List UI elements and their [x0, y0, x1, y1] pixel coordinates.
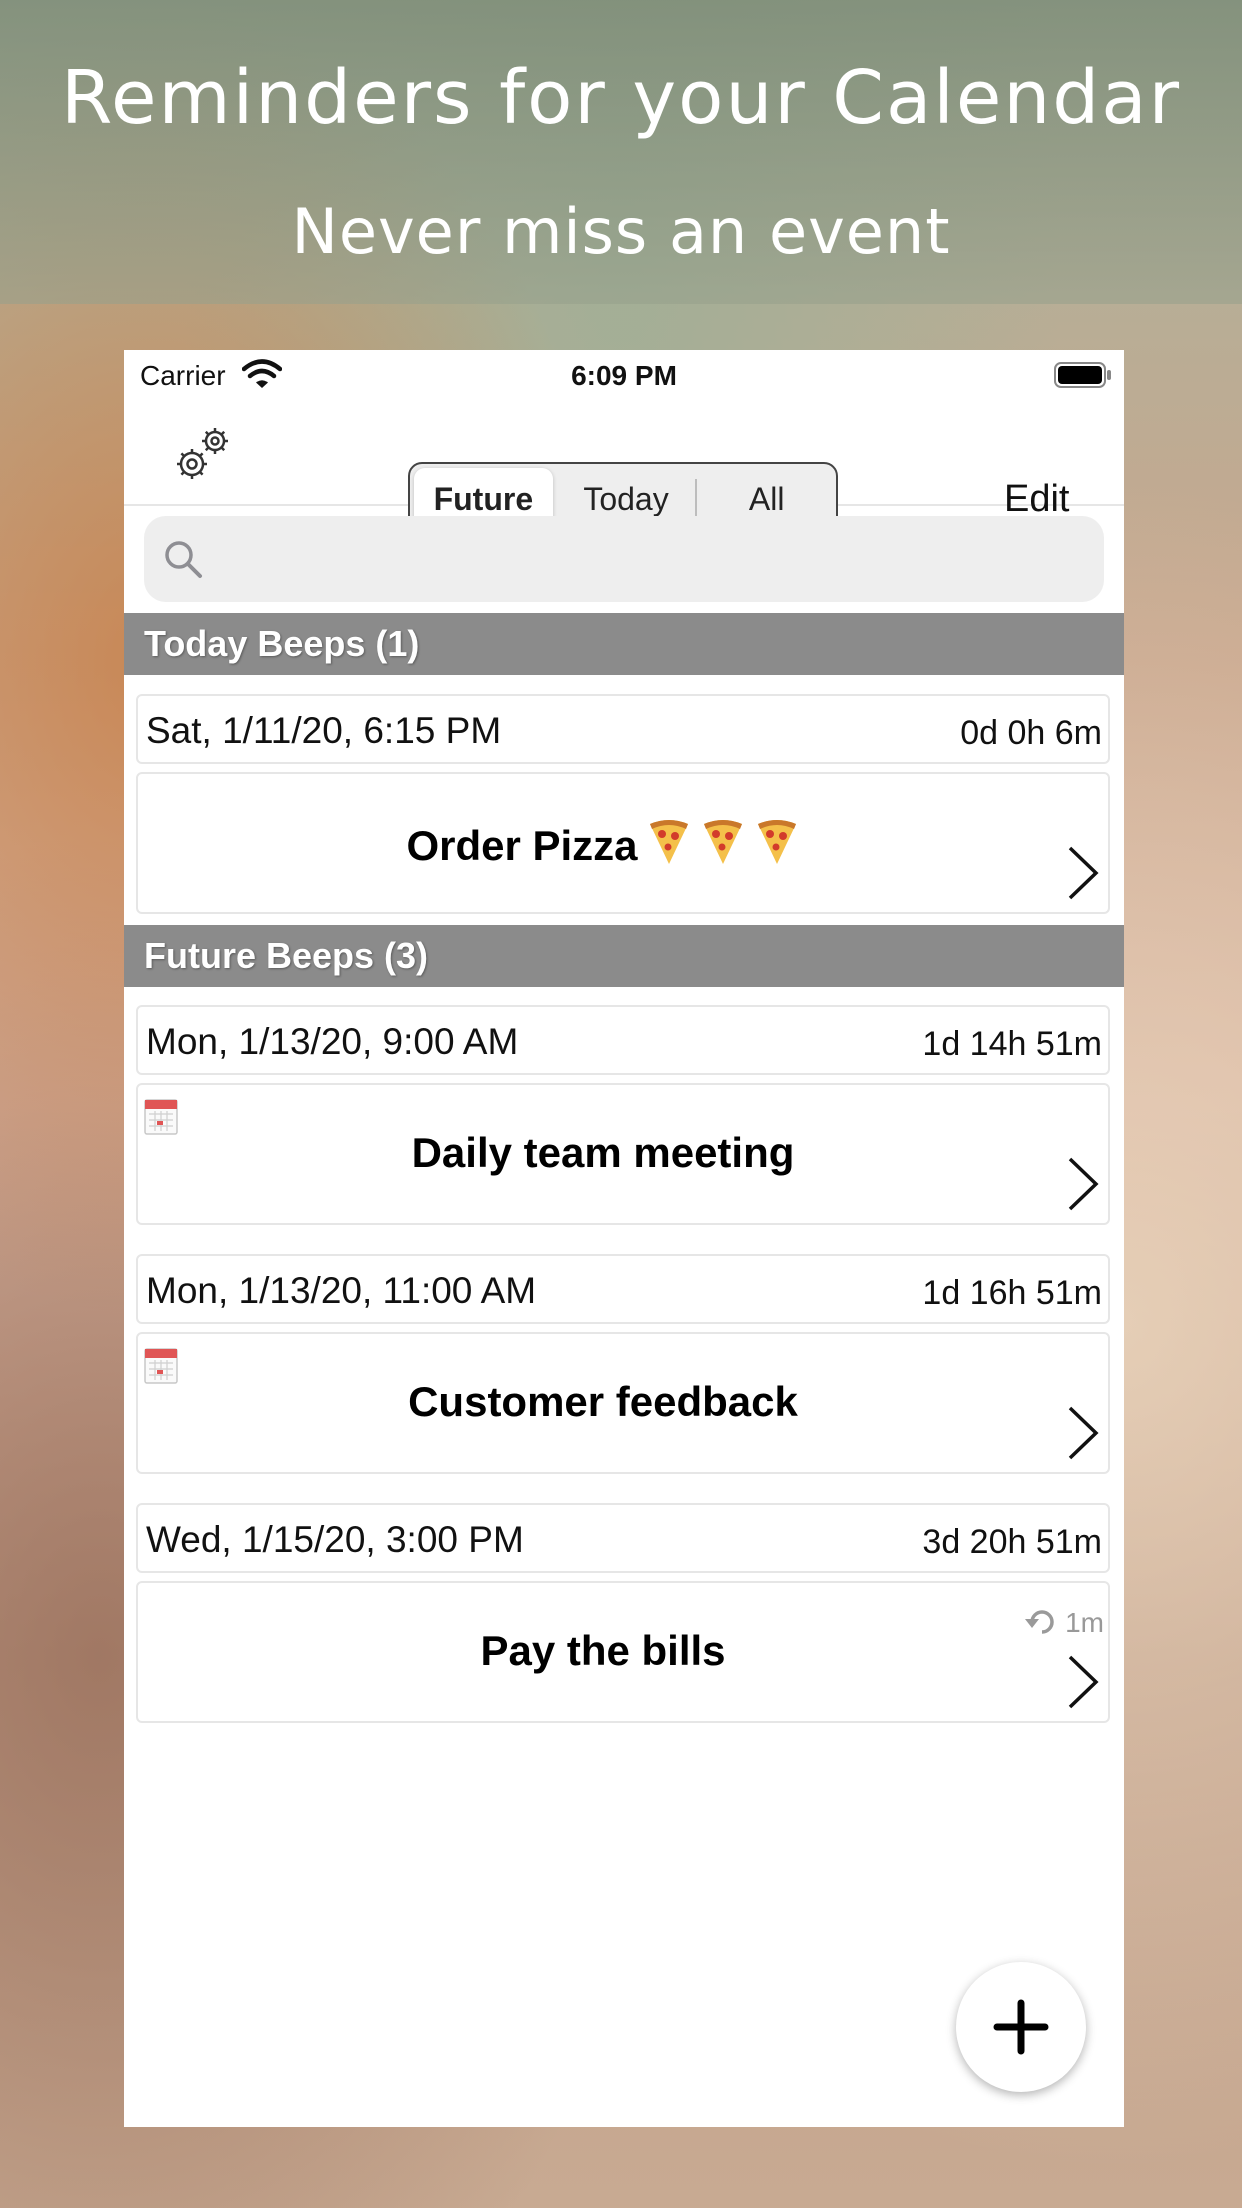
hero-title: Reminders for your Calendar — [60, 55, 1182, 141]
status-bar: Carrier 6:09 PM — [124, 350, 1124, 400]
beep-card-pay-the-bills[interactable]: 1m Pay the bills — [136, 1581, 1110, 1723]
beep-date-row[interactable]: Mon, 1/13/20, 9:00 AM 1d 14h 51m — [136, 1005, 1110, 1075]
beep-date: Mon, 1/13/20, 11:00 AM — [146, 1270, 537, 1311]
section-header-label: Today Beeps (1) — [144, 623, 420, 664]
hero-subtitle: Never miss an event — [291, 195, 951, 268]
beep-date-row[interactable]: Sat, 1/11/20, 6:15 PM 0d 0h 6m — [136, 694, 1110, 764]
beep-countdown: 0d 0h 6m — [960, 714, 1102, 752]
beep-date-row[interactable]: Mon, 1/13/20, 11:00 AM 1d 16h 51m — [136, 1254, 1110, 1324]
battery-icon — [1054, 362, 1111, 388]
section-header-today: Today Beeps (1) — [124, 613, 1124, 675]
beep-title: Customer feedback — [408, 1378, 798, 1425]
beep-card-order-pizza[interactable]: Order Pizza — [136, 772, 1110, 914]
beep-card-daily-team-meeting[interactable]: Daily team meeting — [136, 1083, 1110, 1225]
beep-date: Wed, 1/15/20, 3:00 PM — [146, 1519, 524, 1560]
chevron-right-icon — [1068, 1406, 1099, 1460]
pizza-icon — [757, 820, 796, 864]
search-bar — [144, 516, 1104, 602]
chevron-right-icon — [1068, 1655, 1099, 1709]
chevron-right-icon — [1068, 1157, 1099, 1211]
beep-date: Sat, 1/11/20, 6:15 PM — [146, 710, 502, 751]
settings-gears-icon[interactable] — [170, 420, 236, 486]
beep-countdown: 3d 20h 51m — [922, 1523, 1102, 1561]
plus-icon — [993, 1999, 1049, 2055]
beep-title: Daily team meeting — [411, 1129, 795, 1176]
beep-countdown: 1d 14h 51m — [922, 1025, 1102, 1063]
section-header-future: Future Beeps (3) — [124, 925, 1124, 987]
nav-bar: Future Today All Edit — [124, 400, 1124, 536]
beep-title-row: Order Pizza — [138, 818, 1068, 870]
beep-countdown: 1d 16h 51m — [922, 1274, 1102, 1312]
chevron-right-icon — [1068, 846, 1099, 900]
beep-title: Order Pizza — [406, 822, 638, 869]
status-time: 6:09 PM — [571, 360, 677, 391]
search-input[interactable] — [214, 534, 1078, 586]
beep-date-row[interactable]: Wed, 1/15/20, 3:00 PM 3d 20h 51m — [136, 1503, 1110, 1573]
search-icon — [165, 541, 202, 578]
pizza-icon — [703, 820, 742, 864]
beep-card-customer-feedback[interactable]: Customer feedback — [136, 1332, 1110, 1474]
add-beep-button[interactable] — [956, 1962, 1086, 2092]
section-header-label: Future Beeps (3) — [144, 935, 429, 976]
phone-screen: Carrier 6:09 PM Future Today All Edit To… — [124, 350, 1124, 2127]
beep-date: Mon, 1/13/20, 9:00 AM — [146, 1021, 519, 1062]
edit-button[interactable]: Edit — [1004, 478, 1069, 521]
beep-title: Pay the bills — [480, 1627, 726, 1674]
repeat-interval: 1m — [1065, 1607, 1104, 1638]
pizza-icon — [649, 820, 688, 864]
